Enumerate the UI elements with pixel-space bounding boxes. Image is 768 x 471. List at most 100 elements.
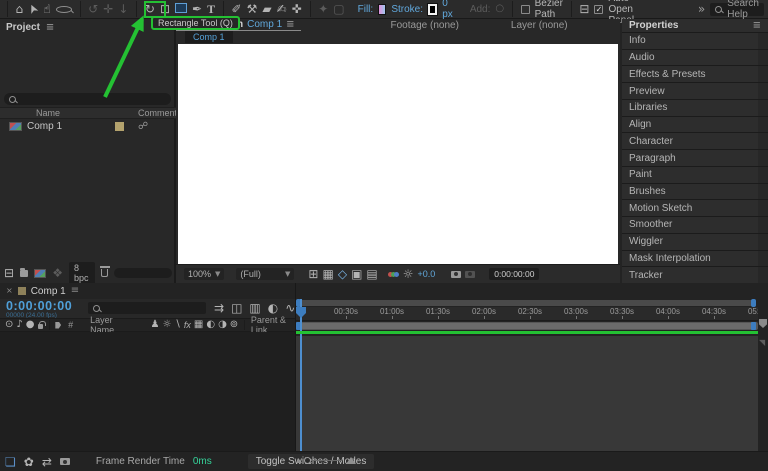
video-eye-icon[interactable]: ⊙	[5, 320, 13, 330]
zoom-out-mountain-icon[interactable]	[296, 458, 302, 463]
render-multiple-frames-icon[interactable]: ❏	[5, 456, 16, 468]
mask-visibility-icon[interactable]: ◇	[338, 268, 347, 280]
project-search-input[interactable]	[4, 93, 171, 105]
snapshot-camera-icon[interactable]	[451, 270, 462, 278]
time-navigator[interactable]	[296, 299, 758, 307]
collapse-transformations-icon[interactable]: ☼	[163, 320, 172, 330]
project-column-headers[interactable]: Name Comment	[0, 107, 177, 119]
collapsed-panel-tab[interactable]: Tracker	[622, 267, 768, 284]
draft-3d-icon[interactable]: ◫	[231, 302, 242, 314]
collapsed-panel-tab[interactable]: Info	[622, 33, 768, 49]
eraser-tool-icon[interactable]: ▰	[262, 3, 271, 15]
stroke-label[interactable]: Stroke:	[391, 4, 423, 15]
rectangle-tool-icon[interactable]	[175, 2, 187, 16]
roto-brush-tool-icon[interactable]: ✍	[277, 3, 287, 15]
current-timecode[interactable]: 0:00:00:00	[6, 299, 72, 313]
zoom-slider-knob[interactable]	[304, 456, 311, 464]
composition-canvas[interactable]	[178, 44, 618, 264]
collapsed-panel-tab[interactable]: Preview	[622, 83, 768, 99]
fill-label[interactable]: Fill:	[358, 4, 374, 15]
quality-icon[interactable]: ∖	[174, 320, 180, 330]
collapsed-panel-tab[interactable]: Smoother	[622, 217, 768, 233]
collapsed-panel-tab[interactable]: Wiggler	[622, 233, 768, 250]
graph-editor-icon[interactable]: ∿	[285, 302, 295, 314]
brush-tool-icon[interactable]: ✐	[232, 3, 242, 15]
timeline-search-input[interactable]	[88, 302, 206, 314]
toolbar-overflow-chevrons[interactable]: »	[698, 3, 705, 15]
collapsed-panel-tab[interactable]: Paragraph	[622, 150, 768, 166]
home-icon[interactable]: ⌂	[15, 3, 23, 15]
collapsed-panel-tab[interactable]: Audio	[622, 49, 768, 66]
panel-menu-icon[interactable]: ≡	[753, 20, 761, 31]
puppet-pin-tool-icon[interactable]: ✜	[292, 3, 302, 15]
interpret-footage-icon[interactable]: ⊟	[4, 267, 14, 279]
frame-blend-icon[interactable]: ▦	[194, 320, 203, 330]
time-ruler[interactable]: 0s00:30s01:00s01:30s02:00s02:30s03:00s03…	[296, 307, 768, 321]
collapsed-panel-tab[interactable]: Character	[622, 133, 768, 150]
collapsed-panel-tab[interactable]: Mask Interpolation	[622, 250, 768, 267]
panel-menu-icon[interactable]: ≡	[46, 22, 54, 33]
comp-marker-icon[interactable]	[759, 319, 767, 328]
fill-swatch[interactable]	[378, 3, 387, 15]
collapsed-panel-tab[interactable]: Libraries	[622, 99, 768, 116]
audio-icon[interactable]: ♪	[16, 320, 22, 330]
transparency-grid-icon[interactable]: ▦	[322, 268, 333, 280]
motion-blur-icon[interactable]: ◐	[268, 302, 278, 314]
exposure-value[interactable]: +0.0	[418, 269, 436, 279]
zoom-in-mountain-icon[interactable]	[346, 457, 356, 464]
collapsed-panel-tab[interactable]: Effects & Presets	[622, 66, 768, 83]
delete-icon[interactable]	[100, 266, 112, 277]
bezier-path-checkbox[interactable]	[520, 4, 530, 14]
channel-icon[interactable]	[387, 271, 399, 277]
clone-stamp-tool-icon[interactable]: ⚒	[247, 3, 258, 15]
tab-layer[interactable]: Layer (none)	[511, 20, 568, 31]
motion-blur-column-icon[interactable]: ◐	[206, 320, 215, 330]
collapsed-panel-tab[interactable]: Paint	[622, 166, 768, 183]
new-folder-icon[interactable]	[20, 267, 29, 277]
auto-open-panel-checkbox[interactable]: ✓	[594, 4, 604, 14]
frame-blending-icon[interactable]: ▥	[249, 302, 260, 314]
label-column-icon[interactable]	[55, 321, 62, 329]
properties-panel-title[interactable]: Properties	[629, 20, 678, 31]
collapsed-panel-tab[interactable]: Brushes	[622, 183, 768, 200]
adjust-icon[interactable]: ❖	[52, 267, 63, 279]
composition-subtab[interactable]: Comp 1	[185, 31, 233, 43]
work-area-end-handle[interactable]	[751, 322, 756, 330]
layer-list-empty[interactable]	[0, 332, 295, 451]
stroke-width-value[interactable]: 0 px	[442, 0, 453, 20]
panel-menu-icon[interactable]: ≡	[286, 19, 294, 30]
resolution-dropdown[interactable]: (Full) ▼	[236, 268, 295, 280]
solo-icon[interactable]: ●	[26, 320, 35, 330]
selection-tool-icon[interactable]: ➤	[25, 1, 42, 16]
comp-button-icon[interactable]: ◥	[759, 339, 765, 347]
fast-previews-icon[interactable]: ✿	[24, 456, 34, 468]
track-background[interactable]	[296, 336, 758, 451]
grid-guides-icon[interactable]: ⊞	[308, 268, 318, 280]
column-name[interactable]: Name	[36, 108, 60, 118]
swap-arrows-icon[interactable]: ⇄	[42, 456, 52, 468]
preview-timecode[interactable]: 0:00:00:00	[489, 268, 540, 280]
help-search-box[interactable]: Search Help	[710, 0, 764, 20]
shy-icon[interactable]: ♟	[151, 320, 160, 330]
column-number[interactable]: #	[68, 320, 73, 330]
bit-depth-button[interactable]: 8 bpc	[69, 262, 96, 284]
tab-footage[interactable]: Footage (none)	[391, 20, 459, 31]
collapsed-panel-tab[interactable]: Align	[622, 116, 768, 133]
hand-tool-icon[interactable]: ☝	[43, 3, 51, 15]
zoom-slider-track[interactable]	[304, 456, 342, 464]
stroke-swatch[interactable]	[428, 3, 438, 15]
close-icon[interactable]: ×	[6, 287, 13, 295]
region-of-interest-icon[interactable]: ▣	[351, 268, 362, 280]
playhead-line[interactable]	[300, 299, 302, 451]
magnification-dropdown[interactable]: 100% ▼	[184, 268, 225, 280]
project-panel-title[interactable]: Project	[6, 22, 40, 33]
type-tool-icon[interactable]: T	[207, 3, 215, 15]
project-item-name[interactable]: Comp 1	[27, 121, 62, 132]
fx-icon[interactable]: fx	[184, 320, 191, 330]
camera-status-icon[interactable]	[59, 458, 70, 465]
mini-flowchart-icon[interactable]: ⇉	[214, 302, 224, 314]
bezier-path-label[interactable]: Bezier Path	[535, 0, 563, 20]
timeline-zoom-slider[interactable]	[296, 456, 356, 464]
guide-options-icon[interactable]: ▤	[366, 268, 377, 280]
adjustment-layer-icon[interactable]: ◑	[218, 320, 227, 330]
